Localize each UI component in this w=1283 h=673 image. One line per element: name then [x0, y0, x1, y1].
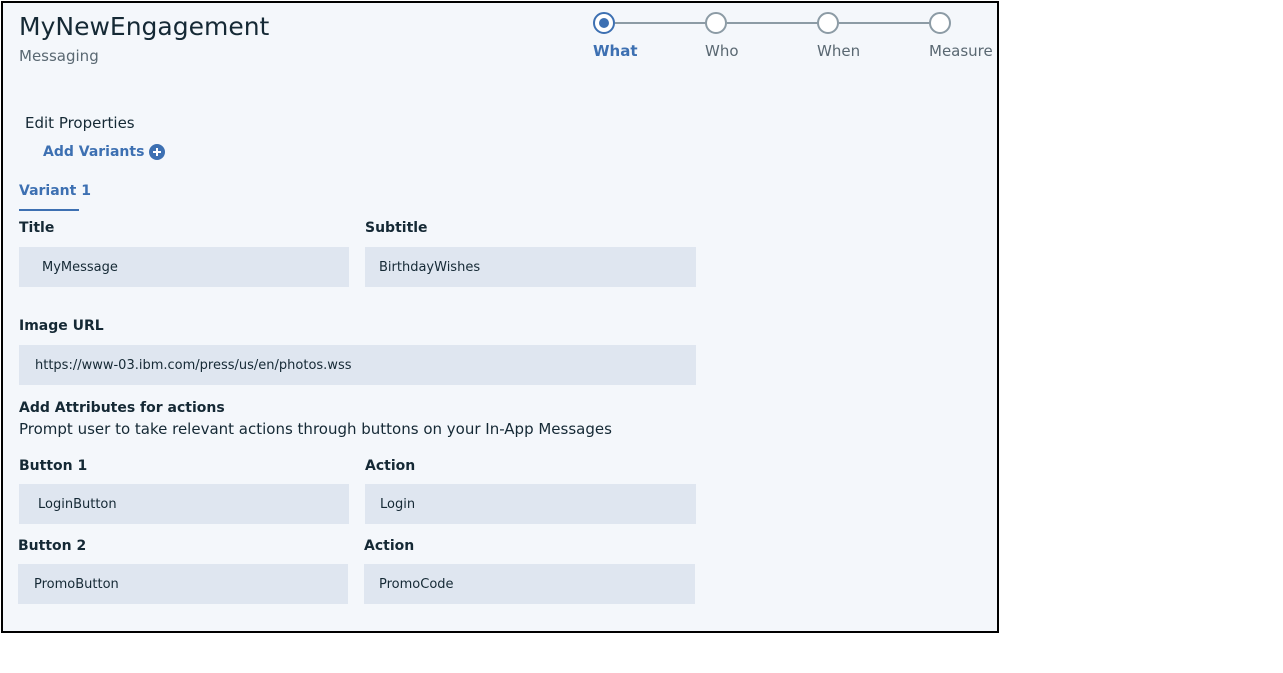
progress-connector — [727, 22, 819, 24]
step-who-indicator[interactable] — [705, 12, 727, 34]
step-what-indicator[interactable] — [593, 12, 615, 34]
title-input[interactable] — [19, 247, 349, 287]
step-when-label[interactable]: When — [817, 41, 860, 61]
tab-variant-1[interactable]: Variant 1 — [19, 181, 91, 211]
step-measure-indicator[interactable] — [929, 12, 951, 34]
step-measure-label[interactable]: Measure — [929, 41, 993, 61]
action-2-label: Action — [364, 538, 415, 554]
button-1-input[interactable] — [19, 484, 349, 524]
progress-connector — [839, 22, 931, 24]
step-when-indicator[interactable] — [817, 12, 839, 34]
step-dot-icon — [599, 18, 609, 28]
step-what-label[interactable]: What — [593, 41, 638, 61]
action-2-input[interactable] — [364, 564, 695, 604]
image-url-input[interactable] — [19, 345, 696, 385]
engagement-panel: MyNewEngagement Messaging What Who When … — [1, 1, 999, 633]
button-2-label: Button 2 — [18, 538, 87, 554]
button-2-input[interactable] — [18, 564, 348, 604]
image-url-label: Image URL — [19, 318, 104, 334]
tab-variant-1-label: Variant 1 — [19, 183, 91, 199]
title-label: Title — [19, 220, 55, 236]
add-variants-label: Add Variants — [43, 144, 145, 160]
actions-helper-text: Prompt user to take relevant actions thr… — [19, 420, 612, 438]
tab-active-underline — [19, 209, 79, 211]
add-variants-button[interactable]: Add Variants — [43, 141, 166, 163]
subtitle-label: Subtitle — [365, 220, 428, 236]
action-1-input[interactable] — [365, 484, 696, 524]
actions-heading: Add Attributes for actions — [19, 400, 225, 416]
progress-connector — [615, 22, 707, 24]
action-1-label: Action — [365, 458, 416, 474]
subtitle-input[interactable] — [365, 247, 696, 287]
step-who-label[interactable]: Who — [705, 41, 739, 61]
edit-properties-heading: Edit Properties — [25, 114, 135, 132]
plus-circle-icon — [149, 144, 166, 160]
progress-indicator: What Who When Measure — [3, 3, 997, 73]
button-1-label: Button 1 — [19, 458, 88, 474]
